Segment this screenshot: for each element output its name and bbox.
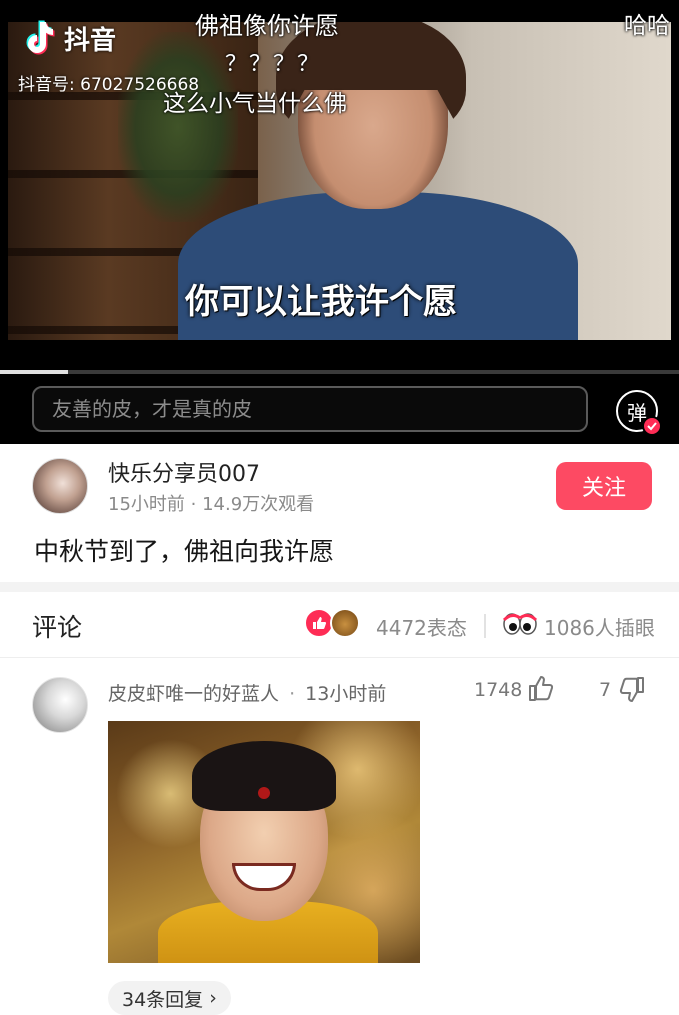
header-separator xyxy=(484,614,486,638)
video-player[interactable]: 抖音 抖音号: 67027526668 佛祖像你许愿 ？？？？ 这么小气当什么佛… xyxy=(0,0,679,372)
emoji-reaction-icon xyxy=(330,608,360,638)
follow-button[interactable]: 关注 xyxy=(556,462,652,510)
video-description: 中秋节到了，佛祖向我许愿 xyxy=(34,537,335,566)
comments-title: 评论 xyxy=(32,613,83,642)
view-replies-button[interactable]: 34条回复 › xyxy=(108,981,231,1015)
chevron-right-icon: › xyxy=(209,987,217,1009)
danmaku-bar: 弹 xyxy=(0,374,679,444)
image-forehead-dot xyxy=(258,787,270,799)
comment-time: 13小时前 xyxy=(305,683,387,705)
meta-dot: · xyxy=(289,683,296,705)
danmaku-input[interactable] xyxy=(32,386,588,432)
danmaku-stingy: 这么小气当什么佛 xyxy=(163,91,347,117)
danmaku-questions: ？？？？ xyxy=(225,52,322,77)
commenter-name[interactable]: 皮皮虾唯一的好蓝人 xyxy=(108,683,279,705)
thumbs-up-icon[interactable] xyxy=(527,673,555,703)
replies-label: 34条回复 xyxy=(122,988,204,1011)
comment-image[interactable] xyxy=(108,721,420,963)
author-section: 快乐分享员007 15小时前 · 14.9万次观看 关注 中秋节到了，佛祖向我许… xyxy=(0,444,679,582)
logo-text: 抖音 xyxy=(64,25,117,56)
danmaku-wish: 佛祖像你许愿 xyxy=(195,12,339,40)
douyin-logo: 抖音 xyxy=(18,18,116,58)
commenter-avatar[interactable] xyxy=(32,677,88,733)
section-divider xyxy=(0,582,679,592)
check-icon xyxy=(642,416,662,436)
danmaku-toggle-button[interactable]: 弹 xyxy=(616,390,662,436)
author-name[interactable]: 快乐分享员007 xyxy=(108,456,260,488)
eyes-count[interactable]: 1086人插眼 xyxy=(544,612,655,641)
thumbs-down-icon[interactable] xyxy=(618,675,646,705)
comment-item: 皮皮虾唯一的好蓝人 · 13小时前 1748 7 34条回复 › xyxy=(0,659,679,1015)
eyes-icon xyxy=(503,613,537,635)
comments-header: 评论 4472表态 1086人插眼 xyxy=(0,592,679,658)
video-subtitle: 你可以让我许个愿 xyxy=(185,282,457,322)
comment-likes-count: 1748 xyxy=(474,679,523,701)
comment-meta: 皮皮虾唯一的好蓝人 · 13小时前 xyxy=(108,679,386,706)
reaction-icons[interactable] xyxy=(304,608,360,638)
reactions-count[interactable]: 4472表态 xyxy=(376,612,467,641)
author-avatar[interactable] xyxy=(32,458,88,514)
danmaku-haha: 哈哈 xyxy=(624,13,670,39)
plant-background xyxy=(118,32,238,222)
tiktok-note-icon xyxy=(26,20,55,55)
video-meta: 15小时前 · 14.9万次观看 xyxy=(108,494,315,515)
image-hair xyxy=(192,741,336,811)
comment-dislikes-count: 7 xyxy=(599,679,612,701)
